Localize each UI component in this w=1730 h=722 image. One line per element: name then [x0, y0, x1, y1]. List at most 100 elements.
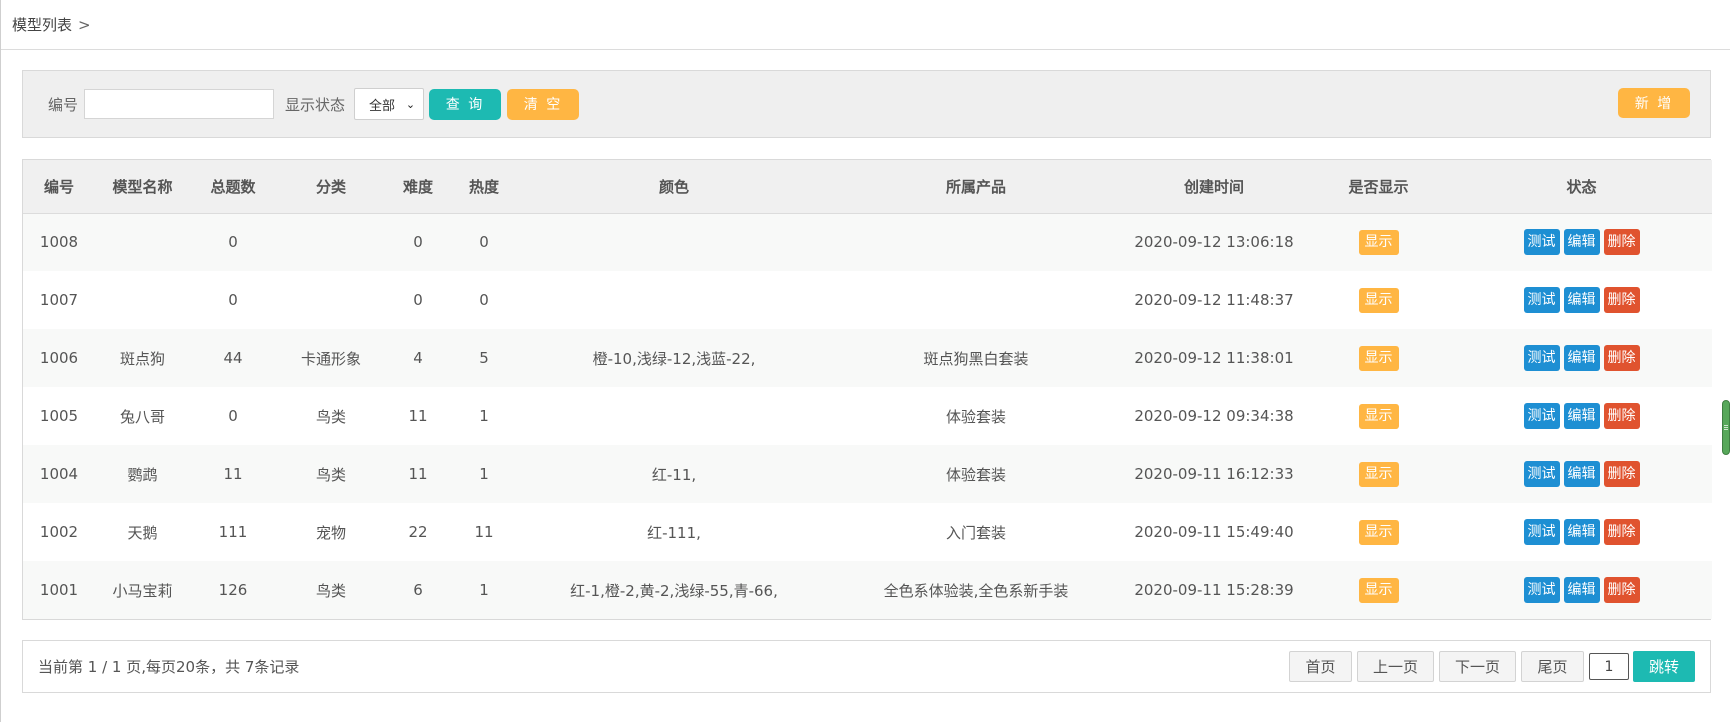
test-button[interactable]: 测试	[1523, 287, 1560, 313]
cell-actions: 测试 编辑 删除	[1451, 445, 1712, 503]
test-button[interactable]: 测试	[1523, 577, 1560, 603]
cell-id: 1001	[39, 581, 79, 599]
delete-button[interactable]: 删除	[1603, 519, 1640, 545]
page-number-input[interactable]: 1	[1589, 653, 1629, 680]
column-header: 分类	[315, 177, 346, 196]
cell-created: 2020-09-11 15:28:39	[1134, 581, 1294, 599]
cell-category: 鸟类	[315, 407, 346, 426]
cell-product: 体验套装	[945, 407, 1006, 426]
prev-page-button[interactable]: 上一页	[1357, 651, 1434, 682]
status-label: 显示状态	[285, 95, 346, 114]
cell-colors	[518, 213, 830, 271]
cell-difficulty: 6	[413, 581, 423, 599]
show-badge[interactable]: 显示	[1358, 577, 1399, 603]
test-button[interactable]: 测试	[1523, 345, 1560, 371]
cell-colors	[518, 271, 830, 329]
cell-show: 显示	[1306, 213, 1451, 271]
edit-button[interactable]: 编辑	[1563, 461, 1600, 487]
cell-created: 2020-09-11 16:12:33	[1134, 465, 1294, 483]
test-button[interactable]: 测试	[1523, 461, 1560, 487]
cell-id: 1005	[39, 407, 79, 425]
scrollbar-thumb[interactable]	[1722, 400, 1730, 455]
column-header: 是否显示	[1348, 177, 1409, 196]
edit-button[interactable]: 编辑	[1563, 287, 1600, 313]
edit-button[interactable]: 编辑	[1563, 577, 1600, 603]
cell-heat: 0	[479, 233, 489, 252]
cell-show: 显示	[1306, 503, 1451, 561]
column-header: 热度	[468, 177, 499, 196]
cell-name: 鹦鹉	[127, 465, 158, 484]
cell-actions: 测试 编辑 删除	[1451, 329, 1712, 387]
first-page-button[interactable]: 首页	[1289, 651, 1352, 682]
cell-name: 小马宝莉	[112, 581, 173, 600]
delete-button[interactable]: 删除	[1603, 577, 1640, 603]
cell-difficulty: 0	[413, 291, 423, 309]
cell-total: 44	[223, 349, 243, 367]
test-button[interactable]: 测试	[1523, 519, 1560, 545]
delete-button[interactable]: 删除	[1603, 403, 1640, 429]
number-input[interactable]	[84, 89, 275, 119]
edit-button[interactable]: 编辑	[1563, 229, 1600, 256]
cell-heat: 1	[479, 407, 489, 425]
show-badge[interactable]: 显示	[1358, 287, 1399, 313]
show-badge[interactable]: 显示	[1358, 461, 1399, 487]
table-header-row: 编号 模型名称 总题数 分类 难度 热度 颜色 所属产品 创建时间 是否显示 状…	[23, 160, 1712, 213]
cell-colors: 红-111,	[647, 523, 701, 542]
cell-actions: 测试 编辑 删除	[1451, 503, 1712, 561]
clear-button[interactable]: 清 空	[507, 88, 580, 120]
cell-id: 1004	[39, 465, 79, 483]
edit-button[interactable]: 编辑	[1563, 519, 1600, 545]
next-page-button[interactable]: 下一页	[1439, 651, 1516, 682]
cell-show: 显示	[1306, 561, 1451, 619]
cell-total: 0	[228, 233, 238, 252]
show-badge[interactable]: 显示	[1358, 229, 1399, 255]
delete-button[interactable]: 删除	[1603, 345, 1640, 371]
cell-name: 斑点狗	[119, 349, 165, 368]
cell-name: 天鹅	[127, 523, 158, 542]
cell-product	[830, 213, 1122, 271]
delete-button[interactable]: 删除	[1603, 287, 1640, 313]
cell-created: 2020-09-12 09:34:38	[1134, 407, 1294, 425]
status-select-value: 全部	[369, 98, 396, 114]
status-select[interactable]: 全部 ⌄	[354, 88, 425, 120]
cell-total: 0	[228, 407, 238, 425]
delete-button[interactable]: 删除	[1603, 461, 1640, 487]
show-badge[interactable]: 显示	[1358, 519, 1399, 545]
cell-category	[276, 271, 386, 329]
cell-heat: 0	[479, 291, 489, 309]
jump-button[interactable]: 跳转	[1633, 651, 1695, 682]
cell-heat: 11	[474, 523, 494, 541]
filter-bar: 编号 显示状态 全部 ⌄ 查 询 清 空 新 增	[22, 70, 1711, 138]
cell-category	[276, 213, 386, 271]
model-table: 编号 模型名称 总题数 分类 难度 热度 颜色 所属产品 创建时间 是否显示 状…	[22, 159, 1712, 620]
cell-product: 体验套装	[945, 465, 1006, 484]
cell-actions: 测试 编辑 删除	[1451, 271, 1712, 329]
show-badge[interactable]: 显示	[1358, 403, 1399, 429]
column-header: 颜色	[658, 177, 689, 196]
table-row: 1004 鹦鹉 11 鸟类 11 1 红-11, 体验套装 2020-09-11…	[23, 445, 1712, 503]
breadcrumb-separator: >	[78, 15, 91, 34]
test-button[interactable]: 测试	[1523, 229, 1560, 256]
cell-actions: 测试 编辑 删除	[1451, 387, 1712, 445]
cell-colors: 红-11,	[651, 465, 697, 484]
cell-category: 宠物	[315, 523, 346, 542]
cell-colors: 红-1,橙-2,黄-2,浅绿-55,青-66,	[570, 581, 778, 600]
cell-total: 0	[228, 291, 238, 309]
edit-button[interactable]: 编辑	[1563, 345, 1600, 371]
edit-button[interactable]: 编辑	[1563, 403, 1600, 429]
cell-show: 显示	[1306, 445, 1451, 503]
table-row: 1002 天鹅 111 宠物 22 11 红-111, 入门套装 2020-09…	[23, 503, 1712, 561]
breadcrumb-item-model-list[interactable]: 模型列表	[12, 14, 72, 35]
cell-id: 1008	[39, 233, 79, 252]
add-button[interactable]: 新 增	[1618, 88, 1690, 118]
cell-actions: 测试 编辑 删除	[1451, 213, 1712, 271]
last-page-button[interactable]: 尾页	[1521, 651, 1584, 682]
show-badge[interactable]: 显示	[1358, 345, 1399, 371]
number-label: 编号	[48, 95, 79, 114]
test-button[interactable]: 测试	[1523, 403, 1560, 429]
breadcrumb: 模型列表 >	[1, 0, 1730, 50]
query-button[interactable]: 查 询	[429, 88, 502, 120]
column-header: 创建时间	[1183, 177, 1244, 196]
cell-difficulty: 11	[408, 407, 428, 425]
delete-button[interactable]: 删除	[1603, 229, 1640, 256]
